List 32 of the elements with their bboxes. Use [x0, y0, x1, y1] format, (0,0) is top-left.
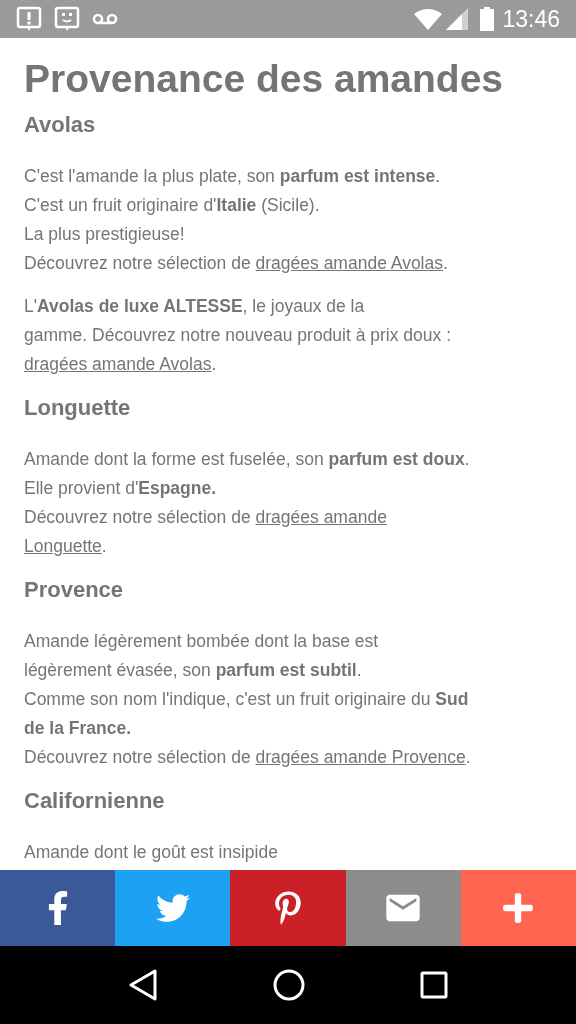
- smiley-icon: [54, 6, 80, 32]
- recents-icon[interactable]: [420, 971, 449, 999]
- section-heading: Avolas: [24, 111, 97, 139]
- section-heading: Longuette: [24, 394, 132, 422]
- share-button[interactable]: [230, 870, 346, 946]
- share-button[interactable]: [460, 870, 576, 946]
- signal-icon: [446, 8, 469, 30]
- paragraph: Amande dont la forme est fuselée, son parfum est doux. Elle provient d'Espagne. Découvrez notre sélection de dragées amande Longuette.: [24, 448, 471, 558]
- page-title: Provenance des amandes: [24, 56, 505, 102]
- home-icon[interactable]: [273, 969, 305, 1001]
- paragraph: C'est l'amande la plus plate, son parfum est intense. C'est un fruit originaire d'Italie (Sicile). La plus prestigieuse! Découvrez notre sélection de dragées amande Avolas.: [24, 165, 449, 275]
- link[interactable]: dragées amande Avolas: [255, 253, 443, 273]
- battery-icon: [480, 7, 495, 31]
- alert-icon: [16, 6, 42, 32]
- paragraph: Amande légèrement bombée dont la base est légèrement évasée, son parfum est subtil. Comme son nom l'indique, c'est un fruit originaire du Sud de la France. Découvrez notre sélection de dragées amande Provence.: [24, 630, 472, 769]
- plus-icon: [501, 891, 536, 925]
- paragraph: L'Avolas de luxe ALTESSE, le joyaux de la gamme. Découvrez notre nouveau produit à prix doux : dragées amande Avolas.: [24, 295, 453, 376]
- section-heading: Provence: [24, 576, 125, 604]
- wifi-icon: [414, 8, 443, 30]
- link[interactable]: Longuette: [24, 536, 102, 556]
- link[interactable]: dragées amande: [255, 507, 387, 527]
- clock: 13:46: [502, 4, 560, 34]
- share-button[interactable]: [0, 870, 116, 946]
- bird-icon: [155, 891, 190, 925]
- back-icon[interactable]: [127, 969, 158, 1001]
- share-button[interactable]: [345, 870, 461, 946]
- link[interactable]: dragées amande Avolas: [24, 354, 212, 374]
- link[interactable]: dragées amande Provence: [255, 747, 466, 767]
- voicemail-icon: [92, 12, 118, 26]
- paragraph: Amande dont le goût est insipide: [24, 841, 279, 864]
- share-button[interactable]: [115, 870, 231, 946]
- section-heading: Californienne: [24, 787, 166, 815]
